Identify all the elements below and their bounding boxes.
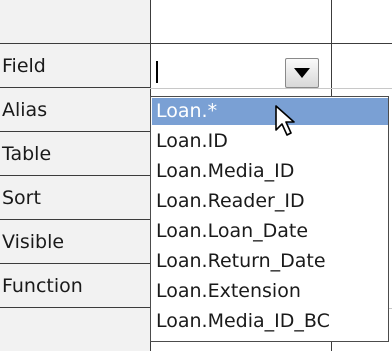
row-label-column: Field Alias Table Sort Visible Function: [0, 0, 150, 351]
row-divider: [150, 88, 392, 89]
row-label-visible: Visible: [0, 220, 150, 264]
field-dropdown-button[interactable]: [285, 58, 319, 88]
mouse-pointer-icon: [275, 105, 295, 136]
list-item-loan-extension[interactable]: Loan.Extension: [152, 278, 388, 305]
list-item-loan-all[interactable]: Loan.*: [152, 98, 388, 125]
query-design-grid: Field Alias Table Sort Visible Function …: [0, 0, 392, 351]
triangle-down-icon: [294, 68, 310, 78]
row-label-sort: Sort: [0, 176, 150, 220]
list-item-loan-media-id-bc[interactable]: Loan.Media_ID_BC: [152, 308, 388, 335]
column-header[interactable]: [150, 0, 392, 44]
list-item-loan-id[interactable]: Loan.ID: [152, 128, 388, 155]
row-label-function: Function: [0, 264, 150, 308]
list-item-loan-loan-date[interactable]: Loan.Loan_Date: [152, 218, 388, 245]
field-dropdown-list[interactable]: Loan.* Loan.ID Loan.Media_ID Loan.Reader…: [150, 96, 389, 342]
field-input-caret[interactable]: [156, 61, 158, 83]
corner-header-cell: [0, 0, 150, 44]
list-item-loan-return-date[interactable]: Loan.Return_Date: [152, 248, 388, 275]
row-label-alias: Alias: [0, 88, 150, 132]
row-label-table: Table: [0, 132, 150, 176]
list-item-loan-reader-id[interactable]: Loan.Reader_ID: [152, 188, 388, 215]
row-label-field: Field: [0, 44, 150, 88]
list-item-loan-media-id[interactable]: Loan.Media_ID: [152, 158, 388, 185]
